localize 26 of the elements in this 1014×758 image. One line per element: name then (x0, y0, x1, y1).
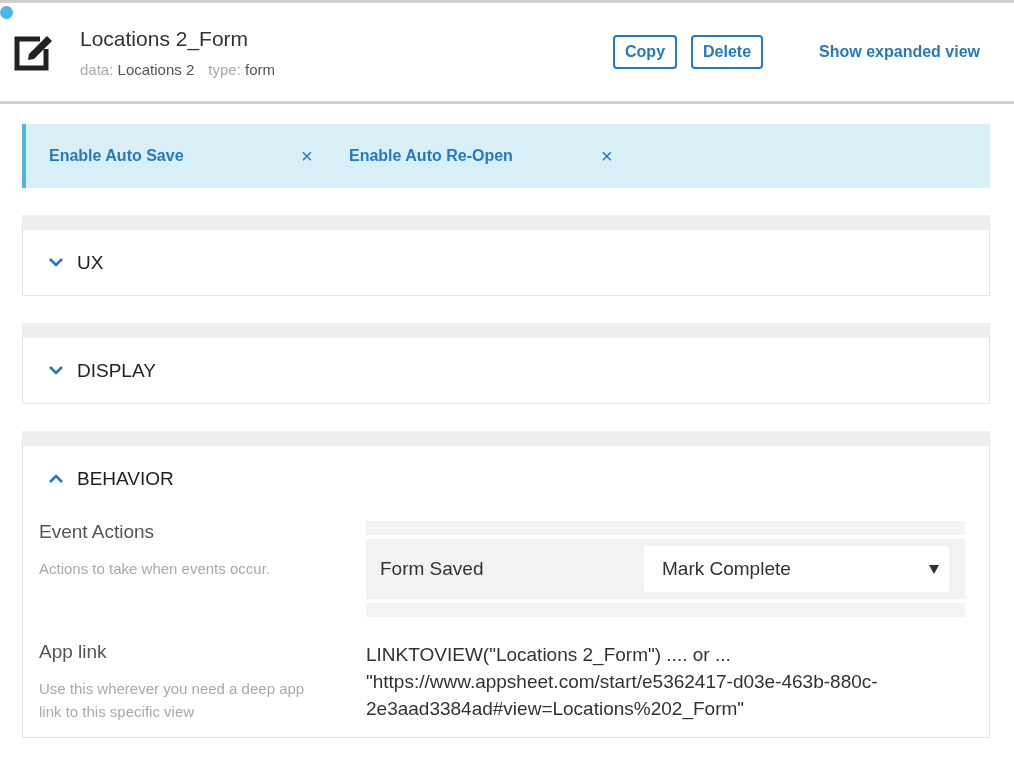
banner-option-link[interactable]: Enable Auto Save (49, 147, 301, 165)
app-link-text: LINKTOVIEW("Locations 2_Form") .... or ... (366, 643, 732, 668)
action-button[interactable]: Copy (613, 35, 678, 69)
action-select[interactable]: Mark Complete (644, 546, 949, 592)
setting-label: Event Actions (39, 521, 156, 543)
action-button[interactable]: Delete (691, 35, 764, 69)
section-header[interactable]: UX (23, 230, 989, 295)
banner-option-link[interactable]: Enable Auto Re-Open (349, 147, 601, 165)
chevron-up-icon (49, 474, 63, 483)
status-dot (0, 6, 13, 19)
dismiss-button[interactable]: × (301, 144, 313, 168)
view-title: Locations 2_Form (80, 26, 250, 51)
chevron-down-icon (49, 258, 63, 267)
event-name: Form Saved (380, 558, 485, 580)
section-header[interactable]: DISPLAY (23, 338, 989, 403)
setting-description: Use this wherever you need a deep app link to this specific view (39, 679, 306, 722)
dismiss-button[interactable]: × (601, 144, 613, 168)
expanded-view-link[interactable]: Show expanded view (819, 43, 980, 61)
section-header[interactable]: BEHAVIOR (23, 446, 989, 511)
dropdown-arrow-icon (929, 564, 939, 574)
meta-text: type: form (208, 60, 275, 78)
setting-label: App link (39, 641, 108, 663)
meta-text: data: Locations 2 (80, 60, 195, 78)
setting-description: Actions to take when events occur. (39, 559, 271, 579)
chevron-down-icon (49, 366, 63, 375)
app-link-text: "https://www.appsheet.com/start/e5362417-d03e-463b-880c-2e3aad3384ad#view=Locations%202_Form" (366, 670, 879, 722)
